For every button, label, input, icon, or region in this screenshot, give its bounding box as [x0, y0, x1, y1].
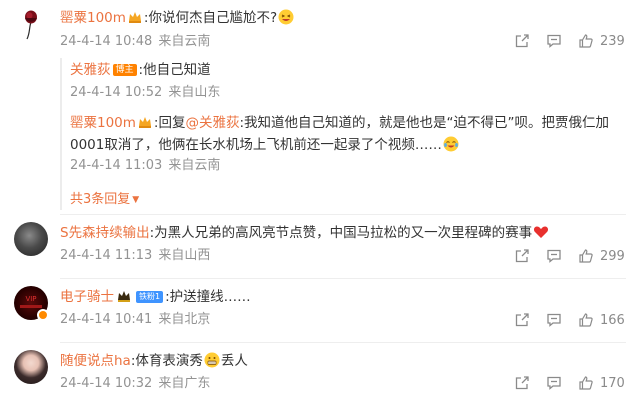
reply-text: :我知道他自己知道的，就是他也是“迫不得已”呗。把贾俄仁加	[239, 115, 610, 131]
comment-meta: 24-4-14 11:13 来自山西	[60, 248, 210, 264]
comment-meta: 24-4-14 10:32 来自广东	[60, 376, 210, 392]
more-replies-link[interactable]: 共3条回复 ▼	[70, 188, 139, 207]
crown-icon	[128, 10, 142, 23]
replies-container	[60, 58, 628, 210]
comment-button[interactable]	[546, 33, 562, 49]
like-button[interactable]: 170	[578, 375, 625, 391]
comment-line: 罂粟100m :你说何杰自己尴尬不?	[60, 9, 295, 27]
reply-source: 来自山东	[168, 85, 221, 100]
share-button[interactable]	[514, 312, 530, 328]
divider	[60, 214, 626, 215]
grimace-emoji-icon	[204, 352, 220, 368]
comment-time: 24-4-14 10:48	[60, 34, 153, 49]
caret-down-icon: ▼	[132, 195, 140, 205]
thumbs-up-icon	[579, 249, 593, 263]
svg-text:VIP: VIP	[25, 295, 36, 303]
like-button[interactable]: 239	[578, 33, 625, 49]
heart-icon	[533, 224, 549, 240]
reply-line: 关雅荻 博主:他自己知道	[70, 61, 211, 79]
like-count: 239	[600, 33, 625, 49]
share-button[interactable]	[514, 375, 530, 391]
like-button[interactable]: 166	[578, 312, 625, 328]
comment-icon	[547, 249, 561, 263]
comment-time: 24-4-14 11:13	[60, 248, 153, 263]
mention-link[interactable]: @关雅荻	[185, 115, 239, 131]
comment-button[interactable]	[546, 375, 562, 391]
reply-line: 罂粟100m :回复@关雅荻:我知道他自己知道的，就是他也是“迫不得已”呗。把贾俄…	[70, 114, 609, 132]
share-icon	[515, 34, 529, 48]
thumbs-up-icon	[579, 34, 593, 48]
reply-prefix: :回复	[153, 115, 186, 131]
host-badge: 博主	[112, 64, 137, 76]
reply-meta: 24-4-14 11:03 来自云南	[70, 158, 220, 174]
like-count: 170	[600, 375, 625, 391]
username-link[interactable]: 随便说点ha	[60, 353, 131, 369]
reply-time: 24-4-14 11:03	[70, 158, 163, 173]
comment-icon	[547, 376, 561, 390]
like-count: 166	[600, 312, 625, 328]
username-link[interactable]: S先森持续输出	[60, 225, 150, 241]
comment-source: 来自北京	[158, 312, 211, 327]
reply-text: 0001取消了，他俩在长水机场上飞机前还一起录了个视频……	[70, 137, 442, 153]
thumbs-up-icon	[579, 376, 593, 390]
comment-line: 电子骑士 铁粉1:护送撞线……	[60, 288, 251, 306]
share-icon	[515, 249, 529, 263]
comment-text: :你说何杰自己尴尬不?	[143, 10, 278, 26]
fan-badge: 铁粉1	[136, 291, 164, 303]
comment-line: S先森持续输出:为黑人兄弟的高风亮节点赞，中国马拉松的又一次里程碑的赛事	[60, 224, 550, 242]
more-replies-label: 共3条回复	[70, 192, 131, 207]
like-button[interactable]: 299	[578, 248, 625, 264]
reply-source: 来自云南	[168, 158, 221, 173]
username-link[interactable]: 罂粟100m	[70, 115, 136, 131]
share-button[interactable]	[514, 33, 530, 49]
divider	[60, 278, 626, 279]
comment-text: :为黑人兄弟的高风亮节点赞，中国马拉松的又一次里程碑的赛事	[149, 225, 533, 241]
divider	[60, 342, 626, 343]
comment-button[interactable]	[546, 248, 562, 264]
crying-laughing-emoji-icon	[443, 136, 459, 152]
share-button[interactable]	[514, 248, 530, 264]
comment-source: 来自云南	[158, 34, 211, 49]
share-icon	[515, 313, 529, 327]
username-link[interactable]: 罂粟100m	[60, 10, 126, 26]
comment-text: :体育表演秀	[130, 353, 203, 369]
verified-badge-icon	[37, 309, 49, 321]
comment-source: 来自山西	[158, 248, 211, 263]
reply-meta: 24-4-14 10:52 来自山东	[70, 85, 220, 101]
comment-source: 来自广东	[158, 376, 211, 391]
comment-time: 24-4-14 10:32	[60, 376, 153, 391]
comment-time: 24-4-14 10:41	[60, 312, 153, 327]
like-count: 299	[600, 248, 625, 264]
comment-icon	[547, 313, 561, 327]
comment-line: 随便说点ha:体育表演秀 丢人	[60, 352, 248, 370]
crown-icon	[138, 115, 152, 128]
comment-button[interactable]	[546, 312, 562, 328]
avatar[interactable]	[14, 222, 48, 256]
thumbs-up-icon	[579, 313, 593, 327]
reply-text: :他自己知道	[138, 62, 211, 78]
reply-line-continued: 0001取消了，他俩在长水机场上飞机前还一起录了个视频……	[70, 136, 460, 154]
username-link[interactable]: 关雅荻	[70, 62, 111, 78]
comment-meta: 24-4-14 10:41 来自北京	[60, 312, 210, 328]
laughing-emoji-icon	[278, 9, 294, 25]
crown-icon	[116, 289, 132, 302]
avatar[interactable]	[14, 350, 48, 384]
comment-meta: 24-4-14 10:48 来自云南	[60, 34, 210, 50]
comment-icon	[547, 34, 561, 48]
username-link[interactable]: 电子骑士	[60, 289, 114, 305]
comment-text: :护送撞线……	[165, 289, 251, 305]
avatar[interactable]	[14, 6, 48, 40]
comment-text-after: 丢人	[220, 353, 248, 369]
reply-time: 24-4-14 10:52	[70, 85, 163, 100]
share-icon	[515, 376, 529, 390]
